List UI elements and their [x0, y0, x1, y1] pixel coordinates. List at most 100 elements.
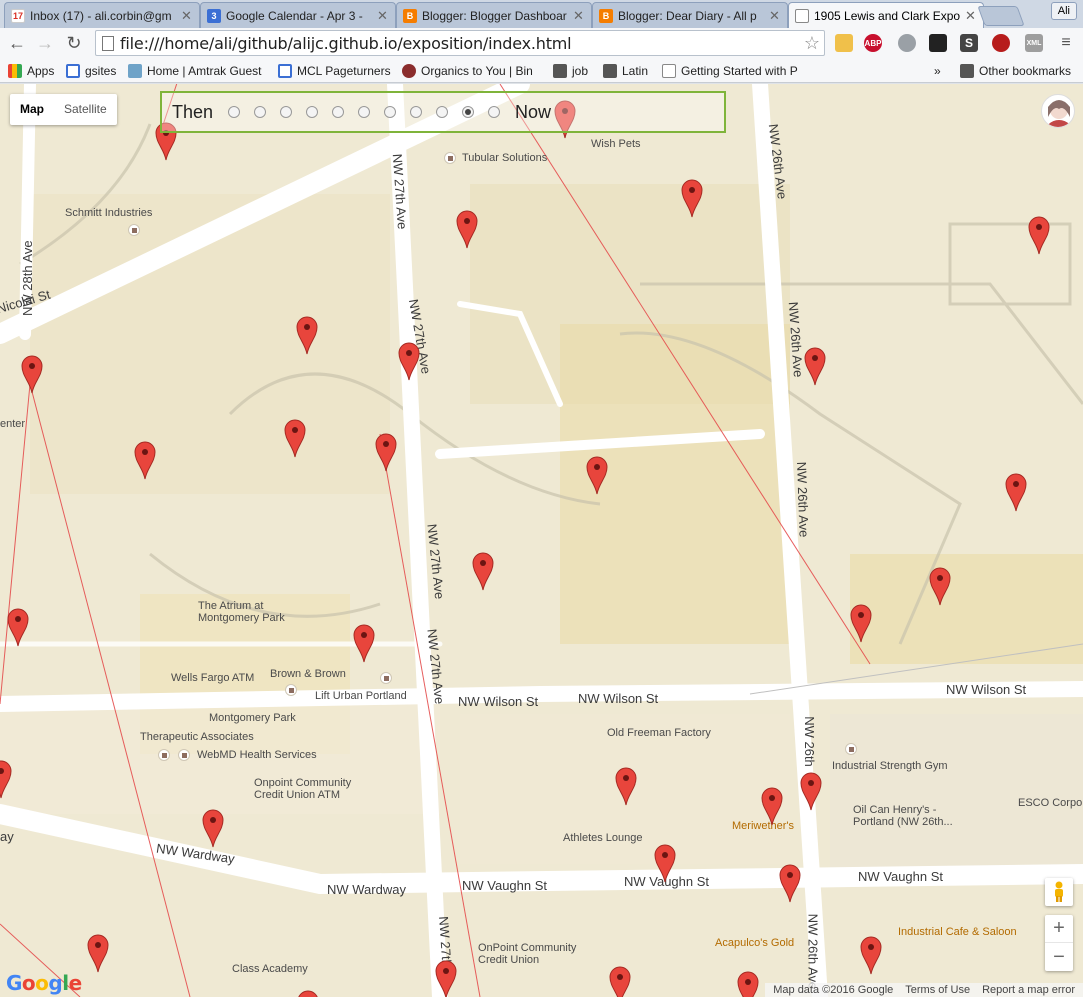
tab-calendar[interactable]: 3 Google Calendar - Apr 3 - ✕	[200, 2, 396, 28]
slider-stop[interactable]	[228, 106, 241, 118]
bookmark-folder-job[interactable]: job	[553, 62, 588, 79]
bookmark-getting-started[interactable]: Getting Started with P	[662, 62, 798, 79]
map-pin-marker[interactable]	[435, 959, 457, 997]
adblock-icon[interactable]: ABP	[864, 34, 882, 52]
map-canvas[interactable]: NW 28th Ave Nicolai St NW 27th Ave NW 27…	[0, 84, 1083, 997]
map-pin-marker[interactable]	[929, 566, 951, 606]
poi-marker[interactable]	[178, 749, 190, 761]
map-pin-marker[interactable]	[737, 970, 759, 997]
street-view-pegman-icon[interactable]	[1045, 878, 1073, 906]
map-pin-marker[interactable]	[1028, 215, 1050, 255]
slider-stop[interactable]	[254, 106, 267, 118]
slider-stop[interactable]	[280, 106, 293, 118]
menu-icon[interactable]: ≡	[1055, 32, 1077, 54]
map-pin-marker[interactable]	[456, 209, 478, 249]
map-pin-marker[interactable]	[0, 759, 12, 799]
terms-of-use-link[interactable]: Terms of Use	[905, 983, 970, 997]
back-icon[interactable]: ←	[6, 32, 28, 54]
address-bar[interactable]: file:///home/ali/github/alijc.github.io/…	[95, 30, 825, 56]
close-icon[interactable]: ✕	[965, 8, 977, 24]
map-pin-marker[interactable]	[860, 935, 882, 975]
map-pin-marker[interactable]	[761, 786, 783, 826]
poi-marker[interactable]	[380, 672, 392, 684]
map-pin-marker[interactable]	[681, 178, 703, 218]
map-pin-marker[interactable]	[21, 354, 43, 394]
slider-stop[interactable]	[384, 106, 397, 118]
map-pin-marker[interactable]	[800, 771, 822, 811]
slider-stop[interactable]	[410, 106, 423, 118]
bookmark-gsites[interactable]: gsites	[66, 62, 116, 79]
profile-button[interactable]: Ali	[1050, 2, 1077, 20]
map-pin-marker[interactable]	[850, 603, 872, 643]
bookmarks-overflow-button[interactable]: »	[934, 62, 941, 79]
s-extension-icon[interactable]: S	[960, 34, 978, 52]
xml-extension-icon[interactable]: XML	[1025, 34, 1043, 52]
bookmark-apps[interactable]: Apps	[8, 62, 54, 79]
map-pin-marker[interactable]	[7, 607, 29, 647]
map-pin-marker[interactable]	[1005, 472, 1027, 512]
place-label: ESCO Corpora	[1018, 797, 1083, 809]
close-icon[interactable]: ✕	[181, 8, 193, 24]
bookmark-amtrak[interactable]: Home | Amtrak Guest	[128, 62, 262, 79]
avatar[interactable]	[1041, 94, 1075, 128]
map-pin-marker[interactable]	[615, 766, 637, 806]
close-icon[interactable]: ✕	[377, 8, 389, 24]
map-pin-marker[interactable]	[804, 346, 826, 386]
close-icon[interactable]: ✕	[769, 8, 781, 24]
slider-stop[interactable]	[488, 106, 501, 118]
map-pin-marker[interactable]	[779, 863, 801, 903]
map-pin-marker[interactable]	[609, 965, 631, 997]
map-pin-marker[interactable]	[284, 418, 306, 458]
poi-marker[interactable]	[158, 749, 170, 761]
calendar-icon: 3	[207, 8, 221, 23]
map-pin-marker[interactable]	[472, 551, 494, 591]
map-pin-marker[interactable]	[202, 808, 224, 848]
poi-marker[interactable]	[285, 684, 297, 696]
bookmark-organics[interactable]: Organics to You | Bin	[402, 62, 533, 79]
tab-blogger-dashboard[interactable]: B Blogger: Blogger Dashboar ✕	[396, 2, 592, 28]
forward-icon[interactable]: →	[34, 32, 56, 54]
google-logo[interactable]: Google	[6, 971, 82, 995]
map-pin-marker[interactable]	[134, 440, 156, 480]
other-bookmarks[interactable]: Other bookmarks	[960, 62, 1071, 79]
map-type-satellite-button[interactable]: Satellite	[54, 94, 117, 125]
map-pin-marker[interactable]	[375, 432, 397, 472]
tab-exposition[interactable]: 1905 Lewis and Clark Expo ✕	[788, 2, 984, 28]
map-pin-marker[interactable]	[87, 933, 109, 973]
bookmark-star-icon[interactable]: ☆	[804, 33, 820, 54]
url-text[interactable]: file:///home/ali/github/alijc.github.io/…	[120, 34, 804, 53]
map-type-map-button[interactable]: Map	[10, 94, 54, 125]
poi-marker[interactable]	[128, 224, 140, 236]
bookmark-folder-latin[interactable]: Latin	[603, 62, 648, 79]
zoom-in-button[interactable]: +	[1045, 915, 1073, 943]
slider-stop[interactable]	[436, 106, 449, 118]
new-tab-button[interactable]	[977, 6, 1025, 26]
map-pin-marker[interactable]	[353, 623, 375, 663]
gsites-icon	[66, 63, 80, 78]
map-pin-marker[interactable]	[654, 843, 676, 883]
close-icon[interactable]: ✕	[573, 8, 585, 24]
poi-marker[interactable]	[845, 743, 857, 755]
map-pin-marker[interactable]	[586, 455, 608, 495]
ghost-extension-icon[interactable]	[929, 34, 947, 52]
zoom-out-button[interactable]: −	[1045, 943, 1073, 971]
slider-stop[interactable]	[332, 106, 345, 118]
search-extension-icon[interactable]	[898, 34, 916, 52]
slider-stop[interactable]	[306, 106, 319, 118]
tab-inbox[interactable]: 17 Inbox (17) - ali.corbin@gm ✕	[4, 2, 200, 28]
bookmark-mcl[interactable]: MCL Pageturners	[278, 62, 391, 79]
reload-icon[interactable]: ↻	[63, 32, 85, 54]
slider-stop[interactable]	[358, 106, 371, 118]
place-label: Wells Fargo ATM	[171, 672, 255, 684]
report-map-error-link[interactable]: Report a map error	[982, 983, 1075, 997]
notes-extension-icon[interactable]	[835, 34, 853, 52]
car-extension-icon[interactable]	[992, 34, 1010, 52]
map-pin-marker[interactable]	[297, 989, 319, 997]
map-pin-marker[interactable]	[398, 341, 420, 381]
map-pin-marker[interactable]	[296, 315, 318, 355]
tab-blogger-diary[interactable]: B Blogger: Dear Diary - All p ✕	[592, 2, 788, 28]
poi-marker[interactable]	[444, 152, 456, 164]
slider-now-label: Now	[515, 101, 552, 122]
place-label: Onpoint Community Credit Union ATM	[254, 777, 352, 801]
slider-stop-selected[interactable]	[462, 106, 475, 118]
